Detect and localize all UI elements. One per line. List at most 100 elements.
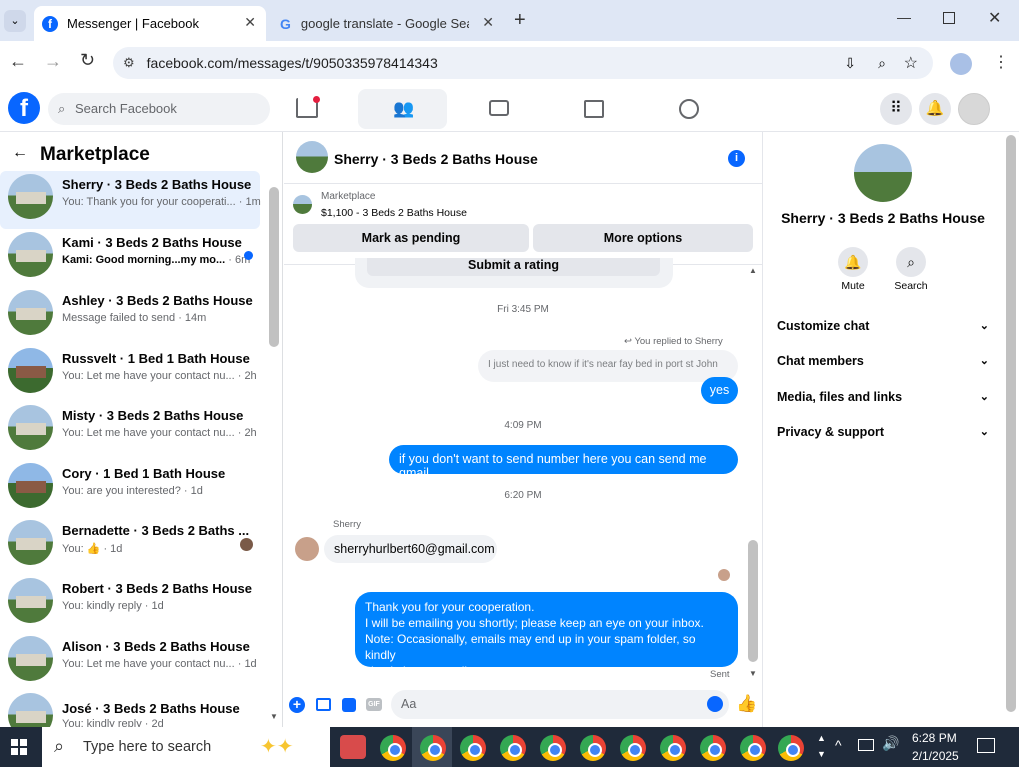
tab-google-translate[interactable]: G google translate - Google Searc ✕ [272,6,504,41]
video-nav-icon[interactable] [489,100,509,116]
conversation-item[interactable]: José · 3 Beds 2 Baths House You: kindly … [0,690,260,727]
account-avatar[interactable] [958,93,990,125]
customize-chat-section[interactable]: Customize chat ⌄ [777,319,989,333]
privacy-support-section[interactable]: Privacy & support ⌄ [777,425,989,439]
chrome-taskbar-icon[interactable] [620,735,646,761]
outgoing-message[interactable]: yes [701,377,738,404]
incoming-message[interactable]: sherryhurlbert60@gmail.com [324,535,497,563]
chat-members-section[interactable]: Chat members ⌄ [777,354,989,368]
conversation-item[interactable]: Misty · 3 Beds 2 Baths House You: Let me… [0,402,260,460]
search-icon: ⌕ [58,101,66,116]
chrome-taskbar-icon[interactable] [380,735,406,761]
windows-start-icon[interactable] [11,739,27,755]
chrome-taskbar-icon[interactable] [460,735,486,761]
page-scrollbar[interactable] [1006,135,1016,712]
emoji-icon[interactable] [707,696,723,712]
conversation-item[interactable]: Bernadette · 3 Beds 2 Baths ... You: 👍 ·… [0,517,260,575]
notification-center-icon[interactable] [977,738,995,753]
url-text[interactable]: facebook.com/messages/t/9050335978414343 [147,55,438,71]
conversation-item[interactable]: Ashley · 3 Beds 2 Baths House Message fa… [0,287,260,345]
conversation-item[interactable]: Cory · 1 Bed 1 Bath House You: are you i… [0,460,260,518]
friends-nav-tab[interactable]: 👥 [358,89,447,129]
back-icon[interactable]: ← [9,51,27,72]
profile-icon[interactable] [950,53,972,75]
scroll-up-icon[interactable]: ▲ [749,266,757,275]
listing-thumbnail [8,693,53,727]
back-arrow-icon[interactable]: ← [12,144,28,162]
gif-icon[interactable]: GIF [366,698,382,711]
marketplace-title: Marketplace [40,144,150,165]
groups-nav-icon[interactable] [679,99,699,119]
message-input[interactable]: Aa [391,690,729,719]
submit-rating-button[interactable]: Submit a rating [367,258,660,276]
chat-scrollbar[interactable] [748,540,758,662]
info-avatar[interactable] [854,144,912,202]
conversation-item[interactable]: Kami · 3 Beds 2 Baths House Kami: Good m… [0,229,260,287]
scroll-down-icon[interactable]: ▼ [749,669,757,678]
zoom-icon[interactable]: ⌕ [878,55,886,72]
chat-title[interactable]: Sherry · 3 Beds 2 Baths House [334,151,538,167]
mute-button[interactable]: 🔔 [838,247,868,277]
notifications-bell-button[interactable]: 🔔 [919,93,951,125]
info-icon[interactable]: i [728,150,745,167]
restore-icon[interactable] [943,12,955,24]
install-app-icon[interactable]: ⇩ [844,55,856,72]
chrome-taskbar-icon[interactable] [740,735,766,761]
menu-grid-button[interactable]: ⠿ [880,93,912,125]
browser-menu-icon[interactable]: ⋮ [993,52,1009,72]
chrome-taskbar-icon[interactable] [700,735,726,761]
tab-messenger[interactable]: f Messenger | Facebook ✕ [34,6,266,41]
conversation-item[interactable]: Alison · 3 Beds 2 Baths House You: Let m… [0,633,260,691]
clock-date[interactable]: 2/1/2025 [912,749,959,763]
close-tab-icon[interactable]: ✕ [244,14,256,31]
more-options-button[interactable]: More options [533,224,753,252]
reload-icon[interactable]: ↻ [80,50,95,71]
chat-avatar[interactable] [296,141,328,173]
thumbs-up-icon[interactable]: 👍 [736,694,757,714]
forward-icon[interactable]: → [44,51,62,72]
mark-as-pending-button[interactable]: Mark as pending [293,224,529,252]
conversation-scrollbar[interactable] [269,187,279,347]
listing-thumbnail [8,290,53,335]
taskbar-scroll-icon[interactable]: ▲ ▼ [817,730,826,762]
marketplace-nav-icon[interactable] [584,100,604,118]
search-button[interactable]: ⌕ [896,247,926,277]
search-facebook-field[interactable]: ⌕ Search Facebook [48,93,270,125]
add-attachment-icon[interactable]: + [289,697,305,713]
sender-avatar[interactable] [295,537,319,561]
scroll-down-icon[interactable]: ▼ [270,712,278,721]
taskbar-app-icon[interactable] [340,735,366,759]
outgoing-message[interactable]: if you don't want to send number here yo… [389,445,738,480]
bookmark-star-icon[interactable]: ☆ [904,53,918,73]
clock-time[interactable]: 6:28 PM [912,731,957,745]
conversation-item[interactable]: Robert · 3 Beds 2 Baths House You: kindl… [0,575,260,633]
conversation-item[interactable]: Russvelt · 1 Bed 1 Bath House You: Let m… [0,345,260,403]
outgoing-message[interactable]: Thank you for your cooperation. I will b… [355,592,738,678]
close-window-icon[interactable]: ✕ [988,8,1001,28]
address-bar[interactable]: ⚙ facebook.com/messages/t/90503359784143… [113,47,933,79]
photo-icon[interactable] [316,698,331,711]
taskbar-search-box[interactable]: ⌕ Type here to search ✦✦ [42,727,330,767]
quoted-message[interactable]: I just need to know if it's near fay bed… [478,350,738,382]
chrome-taskbar-icon[interactable] [500,735,526,761]
chrome-taskbar-icon[interactable] [660,735,686,761]
minimize-icon[interactable]: — [897,9,911,25]
chrome-taskbar-icon[interactable] [580,735,606,761]
conversation-item[interactable]: Sherry · 3 Beds 2 Baths House You: Thank… [0,171,261,229]
listing-price[interactable]: $1,100 - 3 Beds 2 Baths House [321,207,467,219]
network-icon[interactable] [858,739,874,751]
listing-thumbnail[interactable] [293,195,312,214]
sticker-icon[interactable] [342,698,356,712]
new-tab-icon[interactable]: + [514,9,526,32]
site-info-icon[interactable]: ⚙ [123,55,135,71]
show-hidden-icons[interactable]: ^ [835,737,842,753]
media-files-links-section[interactable]: Media, files and links ⌄ [777,390,989,404]
chrome-taskbar-icon[interactable] [420,735,446,761]
volume-icon[interactable]: 🔊 [882,735,899,752]
facebook-logo-icon[interactable]: f [8,92,40,124]
tab-search-dropdown[interactable]: ⌄ [4,10,26,32]
composer-bar: + GIF Aa 👍 [284,687,762,727]
chrome-taskbar-icon[interactable] [540,735,566,761]
chrome-taskbar-icon[interactable] [778,735,804,761]
close-tab-icon[interactable]: ✕ [482,14,494,31]
